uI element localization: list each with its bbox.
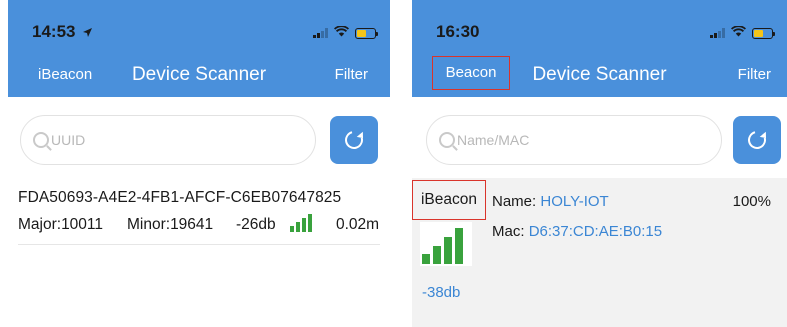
device-mac: D6:37:CD:AE:B0:15 [528, 223, 663, 240]
refresh-button[interactable] [733, 116, 781, 164]
page-title: Device Scanner [532, 64, 667, 85]
search-bar[interactable] [20, 115, 316, 165]
device-distance: 0.02m [336, 216, 380, 233]
app-header: 14:53 iBeacon Device Scanner Filter [8, 0, 390, 97]
device-card[interactable]: iBeacon Name: HOLY-IOT Mac: D6:37:CD:AE:… [412, 178, 787, 327]
device-uuid: FDA50693-A4E2-4FB1-AFCF-C6EB07647825 [18, 189, 342, 206]
device-rssi: -26db [236, 216, 276, 233]
wifi-icon [730, 24, 747, 42]
search-bar[interactable] [426, 115, 722, 165]
refresh-icon [341, 127, 367, 153]
app-header: 16:30 Beacon Device Scanner Filter [412, 0, 787, 97]
battery-icon [355, 27, 378, 39]
device-name: HOLY-IOT [540, 193, 609, 210]
location-arrow-icon [82, 23, 93, 43]
signal-strength-icon [290, 214, 312, 232]
name-mac-search-input[interactable] [457, 132, 697, 148]
page-title: Device Scanner [131, 64, 267, 85]
filter-button[interactable]: Filter [335, 66, 368, 83]
status-icons [710, 24, 775, 42]
device-name-row: Name: HOLY-IOT [492, 193, 609, 210]
device-battery-level: 100% [732, 193, 771, 210]
device-mac-row: Mac: D6:37:CD:AE:B0:15 [492, 223, 662, 240]
status-time: 14:53 [32, 22, 93, 43]
scanner-screen-ibeacon: 14:53 iBeacon Device Scanner Filter FDA5… [8, 0, 390, 327]
cellular-signal-icon [710, 28, 725, 38]
device-minor: Minor:19641 [127, 216, 214, 233]
device-name-label: Name: [492, 193, 537, 210]
uuid-search-input[interactable] [51, 132, 291, 148]
refresh-button[interactable] [330, 116, 378, 164]
cellular-signal-icon [313, 28, 328, 38]
signal-strength-icon [420, 222, 472, 266]
search-icon [439, 132, 455, 148]
scanner-screen-beacon: 16:30 Beacon Device Scanner Filter iBeac… [412, 0, 787, 327]
device-type-badge: iBeacon [412, 180, 486, 220]
wifi-icon [333, 24, 350, 42]
refresh-icon [744, 127, 770, 153]
status-time: 16:30 [436, 22, 480, 41]
device-mac-label: Mac: [492, 223, 525, 240]
list-divider [18, 244, 380, 245]
device-major: Major:10011 [18, 216, 104, 233]
device-rssi: -38db [422, 284, 461, 301]
status-icons [313, 24, 378, 42]
battery-icon [752, 27, 775, 39]
filter-button[interactable]: Filter [738, 66, 771, 83]
search-icon [33, 132, 49, 148]
